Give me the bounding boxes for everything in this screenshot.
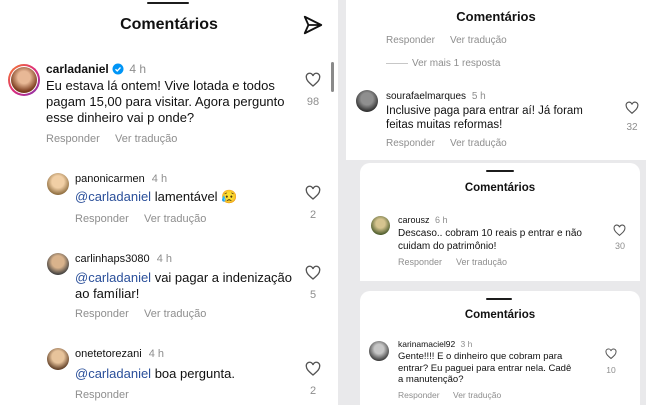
mention-link[interactable]: @carladaniel bbox=[75, 366, 151, 381]
avatar[interactable] bbox=[47, 348, 69, 370]
heart-icon[interactable] bbox=[605, 348, 617, 360]
mention-link[interactable]: @carladaniel bbox=[75, 189, 151, 204]
reply-username[interactable]: onetetorezani 4 h bbox=[75, 348, 164, 360]
translate-button[interactable]: Ver tradução bbox=[450, 35, 507, 46]
scrollbar[interactable] bbox=[331, 62, 334, 92]
avatar[interactable] bbox=[356, 90, 378, 112]
divider-line bbox=[386, 63, 408, 64]
right-mid-comments-sheet: Comentários carousz 6 h Descaso.. cobram… bbox=[360, 163, 640, 281]
send-icon[interactable] bbox=[302, 14, 324, 36]
comment-time: 4 h bbox=[129, 62, 147, 76]
sheet-drag-handle[interactable] bbox=[486, 170, 514, 172]
reply-button[interactable]: Responder bbox=[386, 138, 435, 149]
heart-icon[interactable] bbox=[305, 265, 321, 281]
translate-button[interactable]: Ver tradução bbox=[450, 138, 507, 149]
like-count: 32 bbox=[626, 122, 638, 133]
comment-username[interactable]: carladaniel 4 h bbox=[46, 62, 146, 76]
like-count: 30 bbox=[614, 241, 625, 251]
sheet-drag-handle[interactable] bbox=[486, 298, 512, 300]
heart-icon[interactable] bbox=[305, 72, 321, 88]
reply-text: @carladaniel lamentável 😥 bbox=[75, 189, 238, 204]
reply-button[interactable]: Responder bbox=[398, 257, 442, 267]
heart-icon[interactable] bbox=[625, 101, 639, 115]
reply-username[interactable]: carlinhaps3080 4 h bbox=[75, 253, 172, 265]
mention-link[interactable]: @carladaniel bbox=[75, 270, 151, 285]
avatar[interactable] bbox=[47, 253, 69, 275]
avatar[interactable] bbox=[47, 173, 69, 195]
sheet-title: Comentários bbox=[464, 182, 536, 194]
sheet-drag-handle[interactable] bbox=[147, 2, 189, 4]
comment-time: 6 h bbox=[435, 215, 448, 225]
verified-icon bbox=[112, 63, 124, 75]
reply-button[interactable]: Responder bbox=[75, 213, 129, 225]
comment-text: Descaso.. cobram 10 reais p entrar e não… bbox=[398, 228, 582, 252]
translate-button[interactable]: Ver tradução bbox=[144, 213, 206, 225]
reply-button[interactable]: Responder bbox=[75, 389, 129, 401]
like-count: 5 bbox=[309, 289, 317, 301]
avatar[interactable] bbox=[8, 64, 40, 96]
view-more-replies[interactable]: Ver mais 1 resposta bbox=[412, 58, 500, 69]
comment-text: Gente!!!! E o dinheiro que cobram para e… bbox=[398, 351, 572, 385]
translate-button[interactable]: Ver tradução bbox=[456, 257, 507, 267]
left-comments-sheet: Comentários carladaniel 4 h Eu estava lá… bbox=[0, 0, 338, 405]
comment-username[interactable]: karinamaciel92 3 h bbox=[398, 339, 472, 349]
translate-button[interactable]: Ver tradução bbox=[144, 308, 206, 320]
reply-time: 4 h bbox=[151, 173, 168, 185]
translate-button[interactable]: Ver tradução bbox=[453, 390, 501, 400]
comment-username[interactable]: sourafaelmarques 5 h bbox=[386, 91, 486, 102]
like-count: 2 bbox=[309, 385, 317, 397]
comment-username[interactable]: carousz 6 h bbox=[398, 215, 448, 225]
heart-icon[interactable] bbox=[613, 224, 626, 237]
reply-button[interactable]: Responder bbox=[46, 133, 100, 145]
reply-text: @carladaniel vai pagar a indenização ao … bbox=[75, 270, 293, 301]
right-bottom-comments-sheet: Comentários karinamaciel92 3 h Gente!!!!… bbox=[360, 291, 640, 405]
heart-icon[interactable] bbox=[305, 185, 321, 201]
reply-button[interactable]: Responder bbox=[398, 390, 440, 400]
reply-button[interactable]: Responder bbox=[386, 35, 435, 46]
like-count: 2 bbox=[309, 209, 317, 221]
reply-text: @carladaniel boa pergunta. bbox=[75, 366, 235, 381]
translate-button[interactable]: Ver tradução bbox=[115, 133, 177, 145]
reply-time: 4 h bbox=[148, 348, 165, 360]
reply-button[interactable]: Responder bbox=[75, 308, 129, 320]
avatar[interactable] bbox=[371, 216, 390, 235]
comment-time: 3 h bbox=[460, 339, 473, 349]
heart-icon[interactable] bbox=[305, 361, 321, 377]
reply-time: 4 h bbox=[156, 253, 172, 265]
comment-text: Inclusive paga para entrar aí! Já foram … bbox=[386, 105, 583, 131]
screenshot-collage: Comentários carladaniel 4 h Eu estava lá… bbox=[0, 0, 646, 405]
avatar[interactable] bbox=[369, 341, 389, 361]
sheet-title: Comentários bbox=[464, 309, 536, 321]
like-count: 98 bbox=[306, 96, 320, 108]
reply-username[interactable]: panonicarmen 4 h bbox=[75, 173, 167, 185]
right-top-comments-sheet: Comentários Responder Ver tradução Ver m… bbox=[346, 0, 646, 160]
sheet-title: Comentários bbox=[120, 16, 218, 33]
comment-text: Eu estava lá ontem! Vive lotada e todos … bbox=[46, 78, 285, 125]
comment-time: 5 h bbox=[471, 91, 486, 102]
sheet-title: Comentários bbox=[456, 9, 536, 24]
like-count: 10 bbox=[606, 365, 616, 375]
